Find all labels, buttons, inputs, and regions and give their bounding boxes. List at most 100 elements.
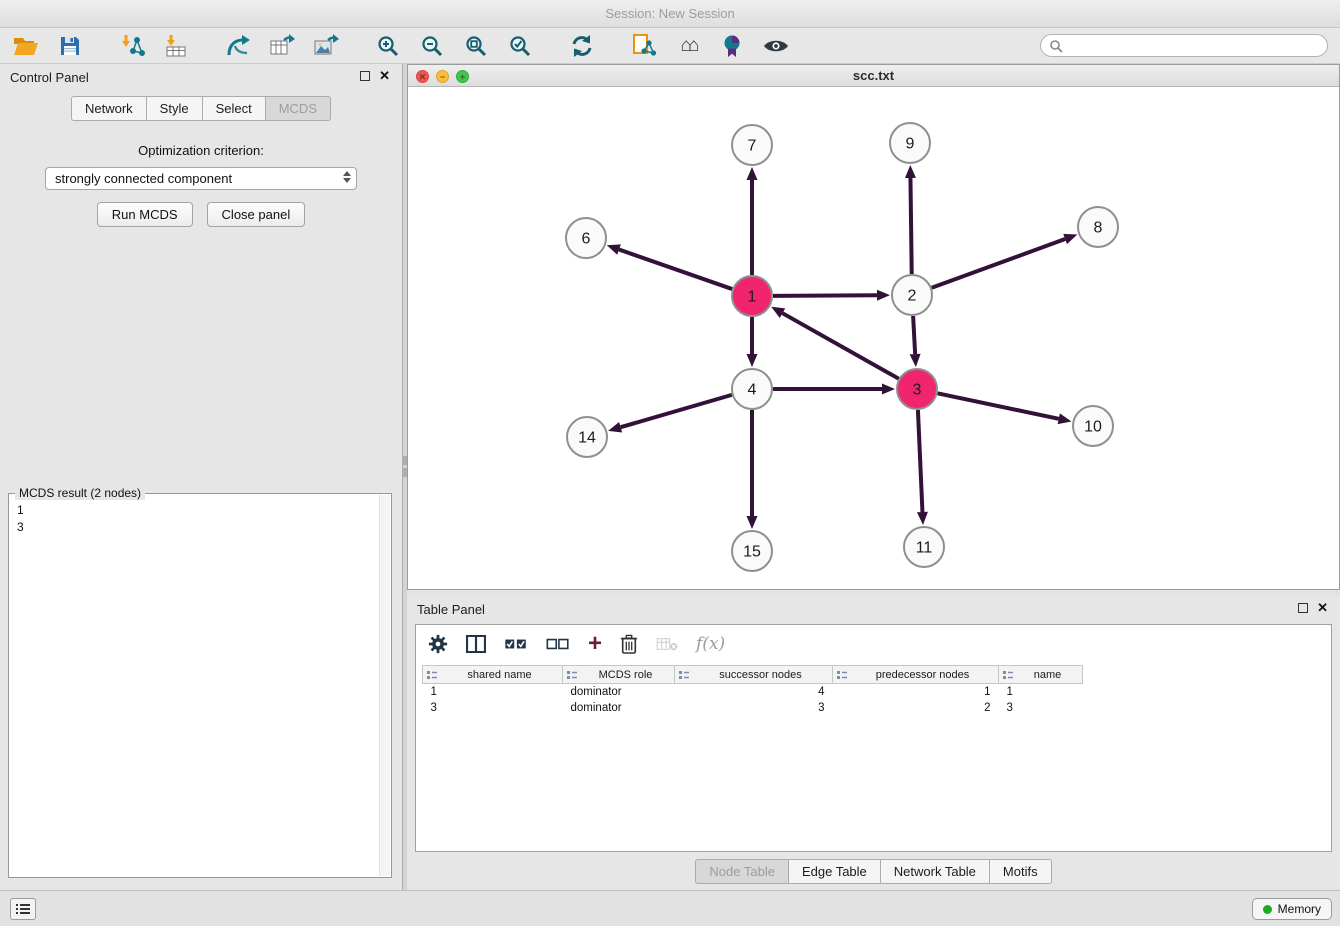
close-panel-button[interactable]: Close panel [207, 202, 306, 227]
table-row[interactable]: 1 dominator 4 1 1 [423, 684, 1083, 700]
graph-node-label: 9 [906, 136, 915, 153]
graph-edge-1-2[interactable] [773, 295, 877, 296]
task-history-button[interactable] [10, 898, 36, 920]
result-scrollbar[interactable] [379, 495, 390, 876]
graph-edge-1-6[interactable] [619, 250, 732, 290]
zoom-fit-button[interactable] [460, 31, 492, 61]
criterion-dropdown[interactable]: strongly connected component [45, 167, 357, 190]
graph-edge-arrowhead [747, 354, 758, 367]
graph-edge-4-14[interactable] [621, 395, 732, 427]
maximize-window-icon[interactable]: + [456, 70, 469, 83]
graph-node-label: 7 [748, 138, 757, 155]
graph-edge-3-1[interactable] [782, 313, 898, 379]
cell-shared-name[interactable]: 1 [423, 684, 563, 700]
control-panel-tabs: Network Style Select MCDS [0, 96, 402, 121]
cell-predecessor-nodes[interactable]: 2 [833, 700, 999, 716]
style-button[interactable] [716, 31, 748, 61]
table-settings-button[interactable] [428, 634, 448, 654]
search-box[interactable] [1040, 34, 1328, 57]
zoom-selected-button[interactable] [504, 31, 536, 61]
tab-motifs[interactable]: Motifs [990, 859, 1052, 884]
cell-name[interactable]: 3 [999, 700, 1083, 716]
graph-edge-2-9[interactable] [910, 178, 911, 274]
graph-node-label: 14 [578, 430, 596, 447]
home-view-button[interactable]: ⌂⌂ [672, 31, 704, 61]
mcds-result-value: 1 [17, 502, 391, 519]
export-image-button[interactable] [310, 31, 342, 61]
network-graph-canvas[interactable]: 7968124314101511 [408, 87, 1339, 588]
select-all-button[interactable] [504, 636, 528, 652]
export-table-button[interactable] [266, 31, 298, 61]
cell-name[interactable]: 1 [999, 684, 1083, 700]
sort-icon [836, 670, 848, 681]
deselect-all-button[interactable] [546, 636, 570, 652]
column-header-mcds-role[interactable]: MCDS role [563, 666, 675, 684]
graph-edge-2-3[interactable] [913, 316, 915, 354]
mcds-result-title: MCDS result (2 nodes) [15, 486, 145, 500]
cell-shared-name[interactable]: 3 [423, 700, 563, 716]
show-hide-button[interactable] [760, 31, 792, 61]
zoom-out-button[interactable] [416, 31, 448, 61]
cell-successor-nodes[interactable]: 4 [675, 684, 833, 700]
table-row[interactable]: 3 dominator 3 2 3 [423, 700, 1083, 716]
import-network-button[interactable] [116, 31, 148, 61]
column-header-predecessor-nodes[interactable]: predecessor nodes [833, 666, 999, 684]
show-columns-button[interactable] [466, 635, 486, 653]
graph-node-label: 1 [748, 289, 757, 306]
sort-icon [566, 670, 578, 681]
float-panel-icon[interactable] [360, 71, 370, 81]
layout-network-button[interactable] [222, 31, 254, 61]
fx-icon: f(x) [696, 634, 725, 654]
graph-node-label: 10 [1084, 419, 1102, 436]
graph-edge-arrowhead [1063, 234, 1077, 244]
zoom-selected-icon [508, 34, 532, 58]
tab-network[interactable]: Network [71, 96, 147, 121]
close-window-icon[interactable]: ✕ [416, 70, 429, 83]
cell-mcds-role[interactable]: dominator [563, 700, 675, 716]
tab-network-table[interactable]: Network Table [881, 859, 990, 884]
tab-style[interactable]: Style [147, 96, 203, 121]
node-table: shared name MCDS role successor nodes pr… [422, 665, 1083, 716]
network-window-title: scc.txt [853, 68, 894, 83]
select-all-icon [504, 636, 528, 652]
zoom-in-button[interactable] [372, 31, 404, 61]
export-table-icon [269, 34, 295, 58]
search-input[interactable] [1063, 36, 1327, 55]
close-panel-icon[interactable]: ✕ [379, 68, 390, 84]
tab-edge-table[interactable]: Edge Table [789, 859, 881, 884]
tab-node-table[interactable]: Node Table [695, 859, 789, 884]
graph-edge-arrowhead [877, 290, 890, 301]
run-mcds-button[interactable]: Run MCDS [97, 202, 193, 227]
window-title: Session: New Session [605, 6, 734, 21]
status-bar: Memory [0, 890, 1340, 926]
open-folder-icon [13, 35, 39, 57]
delete-column-button[interactable] [620, 634, 638, 654]
minimize-window-icon[interactable]: − [436, 70, 449, 83]
graph-edge-arrowhead [917, 512, 928, 525]
tab-select[interactable]: Select [203, 96, 266, 121]
plus-icon: + [588, 634, 602, 654]
zoom-in-icon [376, 34, 400, 58]
graph-edge-3-11[interactable] [918, 410, 923, 512]
memory-button[interactable]: Memory [1252, 898, 1332, 920]
column-header-shared-name[interactable]: shared name [423, 666, 563, 684]
graph-edge-2-8[interactable] [932, 239, 1065, 288]
close-panel-icon[interactable]: ✕ [1317, 600, 1328, 616]
window-titlebar: Session: New Session [0, 0, 1340, 28]
refresh-button[interactable] [566, 31, 598, 61]
copy-view-button[interactable] [628, 31, 660, 61]
add-column-button[interactable]: + [588, 634, 602, 654]
column-header-name[interactable]: name [999, 666, 1083, 684]
home-icon: ⌂⌂ [681, 35, 696, 57]
graph-edge-arrowhead [747, 516, 758, 529]
import-table-button[interactable] [160, 31, 192, 61]
graph-edge-3-10[interactable] [938, 393, 1059, 418]
save-session-button[interactable] [54, 31, 86, 61]
tab-mcds[interactable]: MCDS [266, 96, 331, 121]
float-panel-icon[interactable] [1298, 603, 1308, 613]
open-session-button[interactable] [10, 31, 42, 61]
cell-mcds-role[interactable]: dominator [563, 684, 675, 700]
cell-predecessor-nodes[interactable]: 1 [833, 684, 999, 700]
column-header-successor-nodes[interactable]: successor nodes [675, 666, 833, 684]
cell-successor-nodes[interactable]: 3 [675, 700, 833, 716]
